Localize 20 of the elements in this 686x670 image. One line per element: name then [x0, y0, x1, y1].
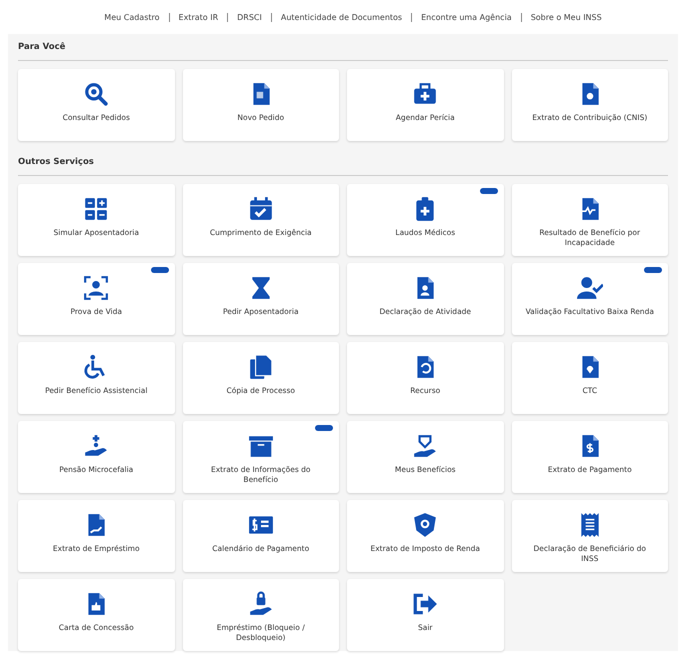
exit-icon — [412, 591, 438, 617]
top-nav-link[interactable]: Sobre o Meu INSS — [530, 12, 602, 22]
top-nav-link[interactable]: Encontre uma Agência — [421, 12, 512, 22]
top-nav-link[interactable]: DRSCI — [237, 12, 262, 22]
hand-lock-icon — [248, 591, 274, 617]
copies-icon — [248, 354, 274, 380]
grid-icon — [83, 196, 110, 222]
top-nav-link[interactable]: Autenticidade de Documentos — [280, 12, 402, 22]
top-nav-link[interactable]: Extrato IR — [178, 12, 218, 22]
search-icon — [83, 81, 110, 107]
top-nav-link[interactable]: Meu Cadastro — [104, 12, 160, 22]
section-title: Para Você — [18, 38, 668, 61]
medical-kit-icon — [412, 81, 438, 107]
hand-icon — [83, 433, 110, 459]
section-title: Outros Serviços — [18, 153, 668, 176]
calendar-check-icon — [248, 196, 274, 222]
person-check-icon — [576, 275, 603, 301]
hand-shield-icon — [412, 433, 438, 459]
face-scan-icon — [83, 275, 110, 301]
shield-icon — [412, 512, 438, 538]
